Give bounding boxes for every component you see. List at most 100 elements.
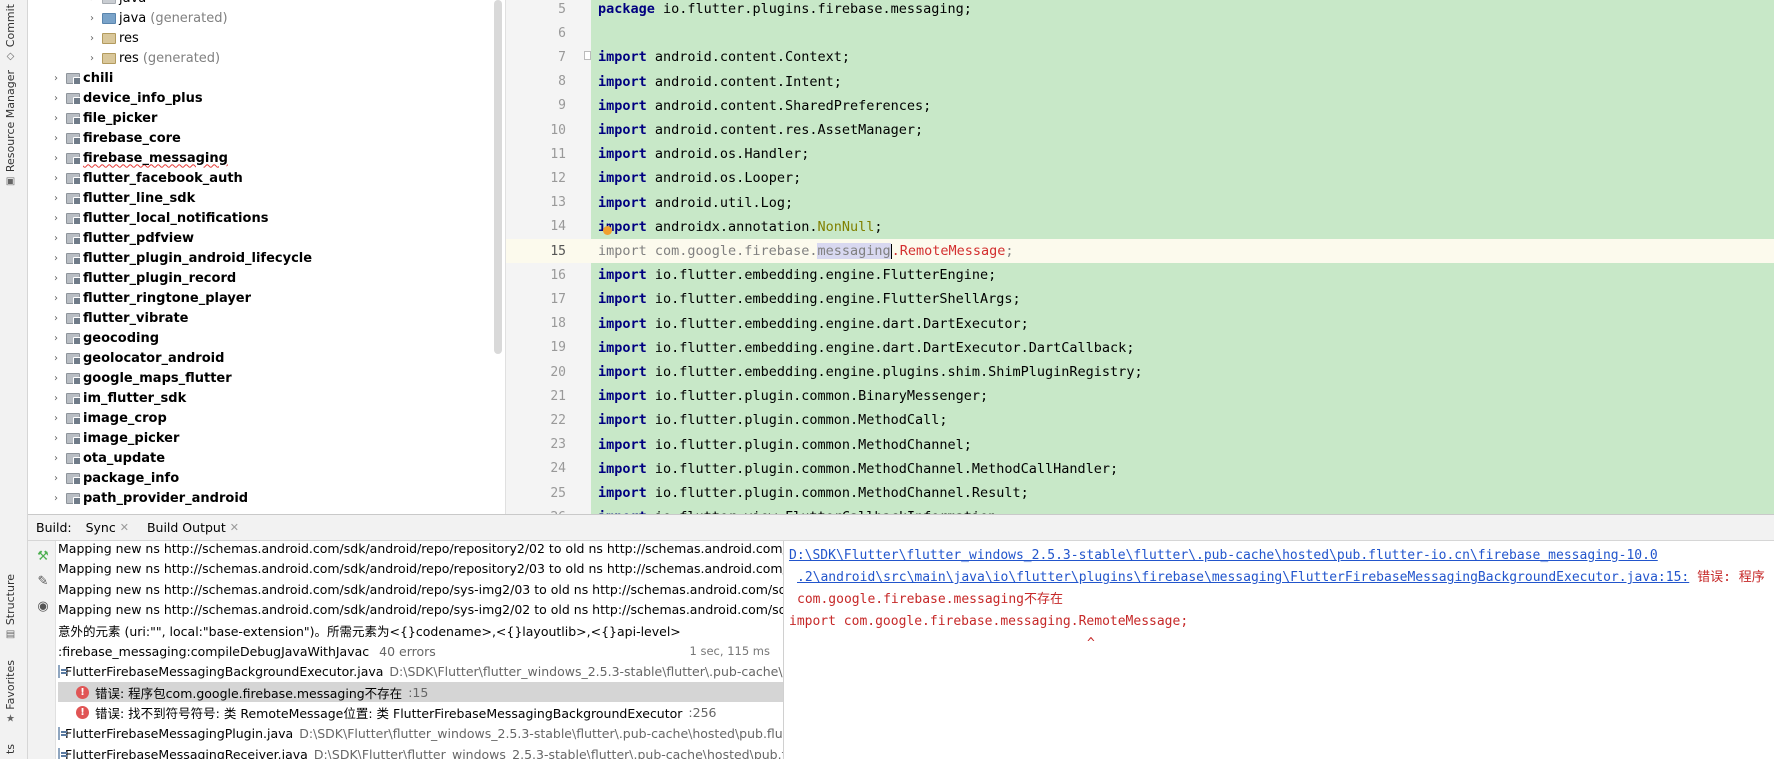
code-line[interactable]: 18 import io.flutter.embedding.engine.dar… — [506, 312, 1774, 336]
chevron-right-icon[interactable]: › — [50, 153, 62, 164]
tree-item[interactable]: › flutter_local_notifications — [28, 208, 505, 228]
chevron-right-icon[interactable]: › — [50, 313, 62, 324]
code-line[interactable]: 19 import io.flutter.embedding.engine.dar… — [506, 336, 1774, 360]
tree-item[interactable]: › google_maps_flutter — [28, 368, 505, 388]
chevron-right-icon[interactable]: › — [50, 173, 62, 184]
code-line[interactable]: 23 import io.flutter.plugin.common.Method… — [506, 433, 1774, 457]
commit-tab[interactable]: ◇ Commit — [4, 4, 17, 62]
chevron-right-icon[interactable]: › — [50, 493, 62, 504]
tree-item[interactable]: › java — [28, 0, 505, 8]
tree-item[interactable]: › flutter_line_sdk — [28, 188, 505, 208]
chevron-right-icon[interactable]: › — [50, 133, 62, 144]
error-file-link-continued[interactable]: .2\android\src\main\java\io\flutter\plug… — [797, 570, 1689, 585]
code-line[interactable]: 14 import androidx.annotation.NonNull; — [506, 215, 1774, 239]
pin-icon[interactable]: ✎ — [35, 574, 51, 590]
code-line[interactable]: 20 import io.flutter.embedding.engine.plu… — [506, 360, 1774, 384]
code-line[interactable]: 22 import io.flutter.plugin.common.Method… — [506, 408, 1774, 432]
build-log-row[interactable]: Mapping new ns http://schemas.android.co… — [58, 579, 783, 599]
chevron-right-icon[interactable]: › — [50, 73, 62, 84]
chevron-right-icon[interactable]: › — [86, 53, 98, 64]
tree-item[interactable]: › package_info — [28, 468, 505, 488]
tree-item[interactable]: › geolocator_android — [28, 348, 505, 368]
tab-build-output[interactable]: Build Output ✕ — [147, 520, 239, 535]
chevron-right-icon[interactable]: › — [50, 333, 62, 344]
code-editor[interactable]: 5 package io.flutter.plugins.firebase.mes… — [505, 0, 1774, 514]
chevron-right-icon[interactable]: › — [50, 273, 62, 284]
tree-item[interactable]: › file_picker — [28, 108, 505, 128]
tree-item[interactable]: › flutter_facebook_auth — [28, 168, 505, 188]
chevron-right-icon[interactable]: › — [50, 213, 62, 224]
build-log-row[interactable]: FlutterFirebaseMessagingBackgroundExecut… — [58, 662, 783, 682]
code-line[interactable]: 26import io.flutter.view.FlutterCallback… — [506, 505, 1774, 514]
code-line[interactable]: 11 import android.os.Handler; — [506, 142, 1774, 166]
chevron-right-icon[interactable]: › — [50, 353, 62, 364]
chevron-right-icon[interactable]: › — [50, 193, 62, 204]
tree-item[interactable]: › path_provider_android — [28, 488, 505, 508]
chevron-right-icon[interactable]: › — [50, 233, 62, 244]
code-line-current[interactable]: 15 import com.google.firebase.messaging.R… — [506, 239, 1774, 263]
eye-icon[interactable]: ◉ — [35, 599, 51, 615]
tree-item[interactable]: › ota_update — [28, 448, 505, 468]
build-log-row[interactable]: Mapping new ns http://schemas.android.co… — [58, 541, 783, 558]
tree-item[interactable]: › geocoding — [28, 328, 505, 348]
build-log-row[interactable]: ! 错误: 找不到符号符号: 类 RemoteMessage位置: 类 Flutt… — [58, 703, 783, 723]
build-log-row[interactable]: FlutterFirebaseMessagingPlugin.java D:\SD… — [58, 723, 783, 743]
chevron-right-icon[interactable]: › — [50, 433, 62, 444]
tree-item[interactable]: › flutter_pdfview — [28, 228, 505, 248]
chevron-right-icon[interactable]: › — [86, 0, 98, 4]
tree-item[interactable]: › chili — [28, 68, 505, 88]
bottom-tool-tab[interactable]: ts — [4, 744, 17, 754]
chevron-right-icon[interactable]: › — [50, 453, 62, 464]
code-line[interactable]: 9 import android.content.SharedPreference… — [506, 94, 1774, 118]
build-log-row[interactable]: FlutterFirebaseMessagingReceiver.java D:\… — [58, 744, 783, 759]
code-line[interactable]: 12 import android.os.Looper; — [506, 166, 1774, 190]
chevron-right-icon[interactable]: › — [86, 33, 98, 44]
code-line[interactable]: 16 import io.flutter.embedding.engine.Flu… — [506, 263, 1774, 287]
close-icon[interactable]: ✕ — [230, 521, 239, 534]
tree-item[interactable]: › res (generated) — [28, 48, 505, 68]
chevron-right-icon[interactable]: › — [86, 13, 98, 24]
chevron-right-icon[interactable]: › — [50, 293, 62, 304]
build-log-row[interactable]: Mapping new ns http://schemas.android.co… — [58, 600, 783, 620]
tree-item[interactable]: › res — [28, 28, 505, 48]
tree-item[interactable]: › flutter_vibrate — [28, 308, 505, 328]
tree-item[interactable]: › device_info_plus — [28, 88, 505, 108]
code-line[interactable]: 6 — [506, 21, 1774, 45]
chevron-right-icon[interactable]: › — [50, 93, 62, 104]
tree-item[interactable]: › im_flutter_sdk — [28, 388, 505, 408]
error-file-link[interactable]: D:\SDK\Flutter\flutter_windows_2.5.3-sta… — [789, 548, 1658, 563]
code-line[interactable]: 17 import io.flutter.embedding.engine.Flu… — [506, 287, 1774, 311]
build-log-row[interactable]: :firebase_messaging:compileDebugJavaWith… — [58, 641, 783, 661]
favorites-tab[interactable]: ★ Favorites — [4, 660, 17, 725]
chevron-right-icon[interactable]: › — [50, 473, 62, 484]
chevron-right-icon[interactable]: › — [50, 393, 62, 404]
hammer-icon[interactable]: ⚒ — [35, 549, 51, 565]
tree-item[interactable]: › flutter_plugin_android_lifecycle — [28, 248, 505, 268]
chevron-right-icon[interactable]: › — [50, 253, 62, 264]
chevron-right-icon[interactable]: › — [50, 113, 62, 124]
code-line[interactable]: 7 import android.content.Context; — [506, 45, 1774, 69]
tree-item[interactable]: › image_picker — [28, 428, 505, 448]
close-icon[interactable]: ✕ — [120, 521, 129, 534]
code-line[interactable]: 21 import io.flutter.plugin.common.Binary… — [506, 384, 1774, 408]
build-log-row[interactable]: 意外的元素 (uri:"", local:"base-extension")。所… — [58, 620, 783, 640]
chevron-right-icon[interactable]: › — [50, 413, 62, 424]
code-line[interactable]: 25 import io.flutter.plugin.common.Method… — [506, 481, 1774, 505]
tab-sync[interactable]: Sync ✕ — [86, 520, 129, 535]
code-line[interactable]: 8 import android.content.Intent; — [506, 70, 1774, 94]
tree-item[interactable]: › firebase_core — [28, 128, 505, 148]
code-line[interactable]: 13 import android.util.Log; — [506, 191, 1774, 215]
tree-item[interactable]: › image_crop — [28, 408, 505, 428]
chevron-right-icon[interactable]: › — [50, 373, 62, 384]
code-line[interactable]: 24 import io.flutter.plugin.common.Method… — [506, 457, 1774, 481]
lightbulb-icon[interactable] — [603, 226, 612, 235]
tree-item[interactable]: › flutter_ringtone_player — [28, 288, 505, 308]
tree-item[interactable]: › java (generated) — [28, 8, 505, 28]
build-log-row[interactable]: Mapping new ns http://schemas.android.co… — [58, 559, 783, 579]
code-line[interactable]: 10 import android.content.res.AssetManage… — [506, 118, 1774, 142]
tree-item[interactable]: › flutter_plugin_record — [28, 268, 505, 288]
structure-tab[interactable]: ▤ Structure — [4, 574, 17, 640]
resource-manager-tab[interactable]: ▣ Resource Manager — [4, 70, 17, 187]
code-line[interactable]: 5 package io.flutter.plugins.firebase.mes… — [506, 0, 1774, 21]
build-log-row[interactable]: ! 错误: 程序包com.google.firebase.messaging不存在… — [58, 682, 783, 703]
